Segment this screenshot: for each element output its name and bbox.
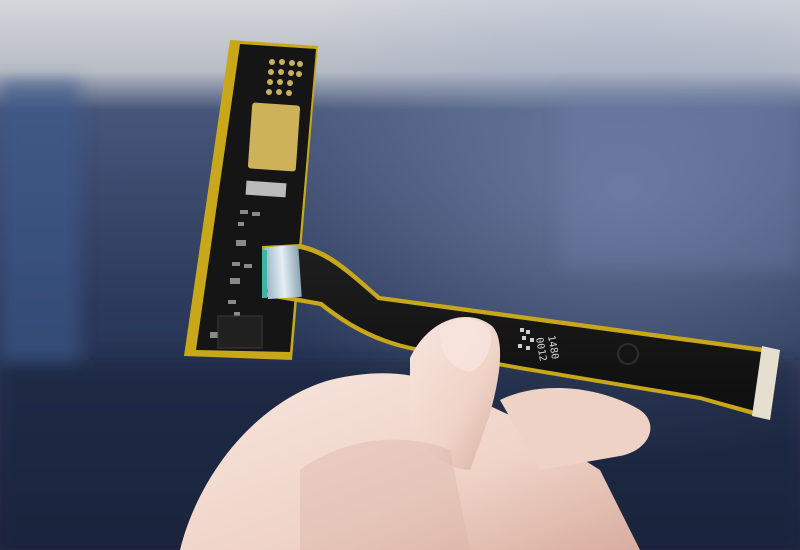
pcb-ic-chip: [217, 315, 263, 349]
photo-scene: 1480 0012: [0, 0, 800, 550]
photo-canvas: 1480 0012: [0, 0, 800, 550]
flex-board-connector: [264, 244, 302, 300]
pcb-board-connector: [245, 180, 287, 198]
pcb-gold-shield-pad: [247, 102, 301, 172]
hand-shadow: [300, 439, 470, 550]
flex-connector-teal-strip: [262, 250, 267, 298]
